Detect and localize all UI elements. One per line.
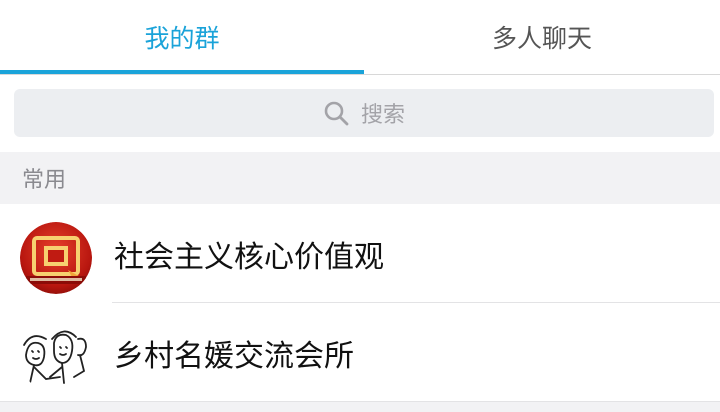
tab-multi-chat[interactable]: 多人聊天 — [364, 0, 720, 74]
search-icon — [323, 100, 349, 126]
search-placeholder: 搜索 — [360, 103, 405, 128]
sketch-figures-avatar — [20, 321, 92, 393]
group-item[interactable]: 社会主义核心价值观 — [0, 204, 720, 303]
group-name: 乡村名媛交流会所 — [114, 338, 354, 374]
search-input[interactable]: 搜索 — [14, 89, 714, 137]
tab-bar: 我的群 多人聊天 — [0, 0, 720, 75]
active-tab-indicator — [0, 70, 364, 74]
group-name: 社会主义核心价值观 — [114, 239, 384, 275]
tab-my-groups[interactable]: 我的群 — [0, 0, 364, 74]
group-list: 社会主义核心价值观 乡村名媛交流会所 — [0, 204, 720, 402]
group-item[interactable]: 乡村名媛交流会所 — [0, 303, 720, 402]
section-header-frequent: 常用 — [0, 152, 720, 204]
list-bottom-spacer — [0, 402, 720, 412]
red-flag-avatar — [20, 222, 92, 294]
search-area: 搜索 — [0, 75, 720, 152]
